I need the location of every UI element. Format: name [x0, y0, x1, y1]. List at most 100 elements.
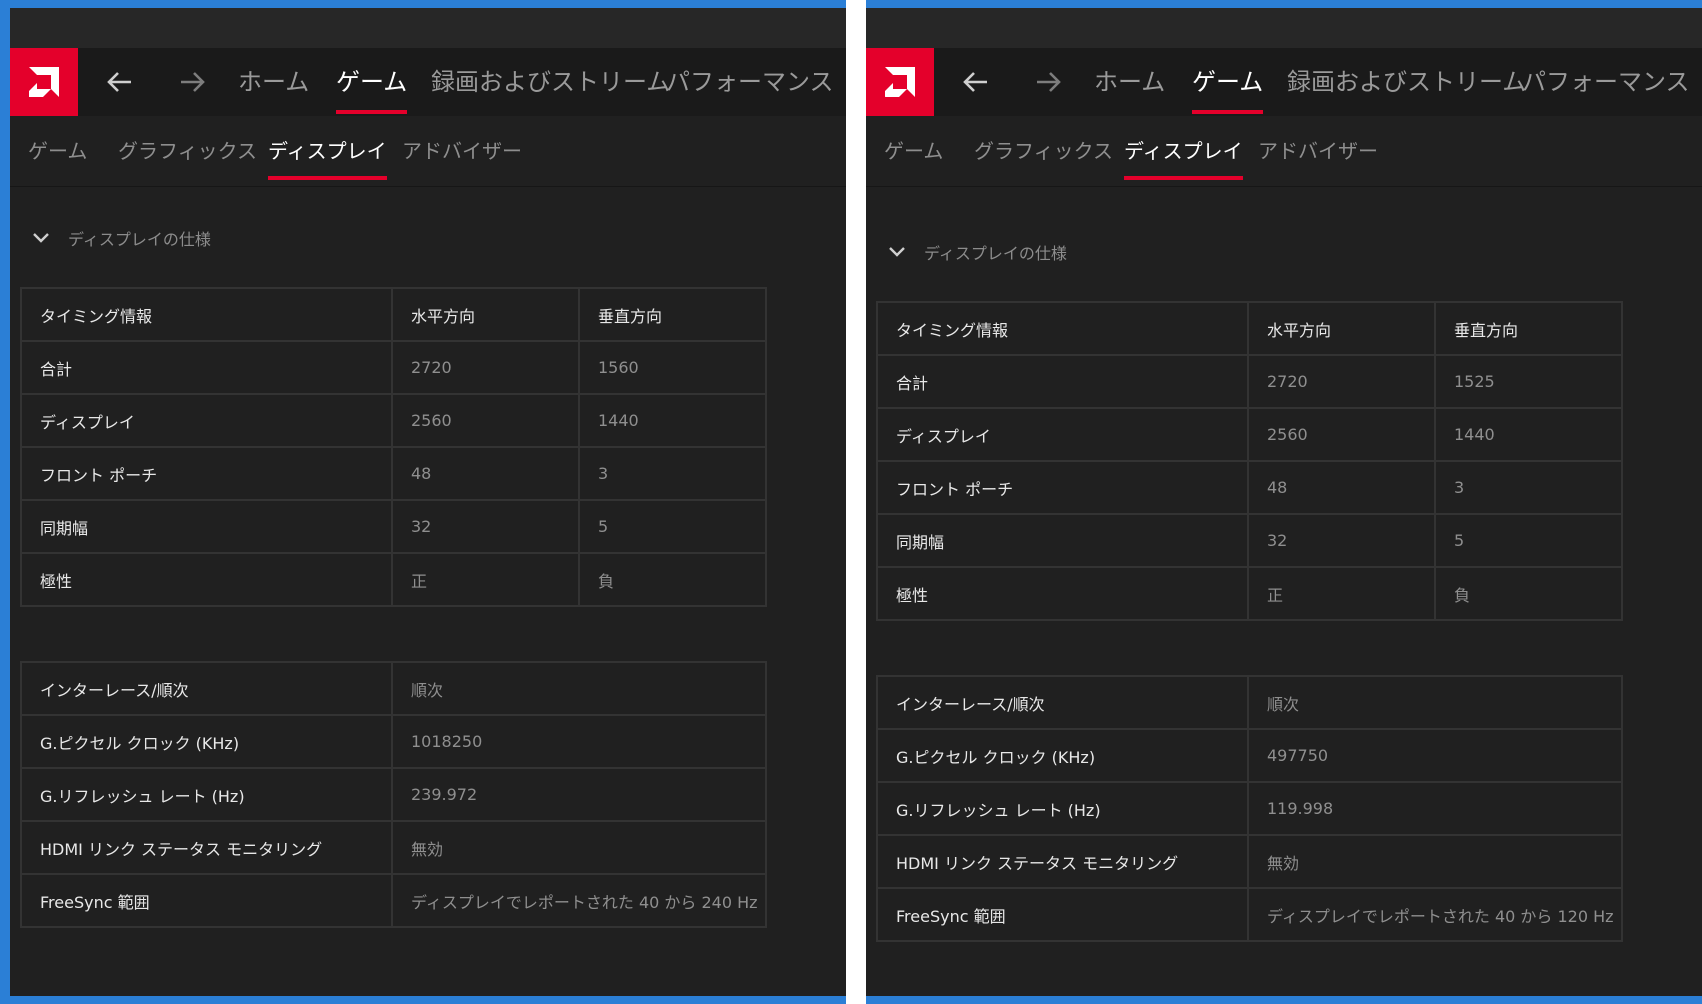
- column-header-timing: タイミング情報: [876, 301, 1249, 356]
- forward-arrow-icon: [181, 72, 205, 92]
- amd-logo-icon[interactable]: [866, 48, 934, 116]
- sync-width-vertical-value: 5: [578, 499, 767, 554]
- row-label-sync-width: 同期幅: [20, 499, 393, 554]
- table-row: FreeSync 範囲 ディスプレイでレポートされた 40 から 240 Hz: [20, 873, 767, 928]
- row-label-hdmi-monitoring: HDMI リンク ステータス モニタリング: [876, 834, 1249, 889]
- row-label-freesync: FreeSync 範囲: [876, 887, 1249, 942]
- polarity-vertical-value: 負: [578, 552, 767, 607]
- column-header-vertical: 垂直方向: [1434, 301, 1623, 356]
- nav-tab-home[interactable]: ホーム: [238, 48, 309, 116]
- table-row: フロント ポーチ 48 3: [876, 460, 1623, 515]
- row-label-pixel-clock: G.ピクセル クロック (KHz): [20, 714, 393, 769]
- front-porch-horizontal-value: 48: [391, 446, 580, 501]
- sync-width-horizontal-value: 32: [1247, 513, 1436, 568]
- table-row: 合計 2720 1560: [20, 340, 767, 395]
- table-row: 合計 2720 1525: [876, 354, 1623, 409]
- signal-info-table: インターレース/順次 順次 G.ピクセル クロック (KHz) 1018250 …: [20, 661, 767, 928]
- table-row: HDMI リンク ステータス モニタリング 無効: [20, 820, 767, 875]
- total-vertical-value: 1560: [578, 340, 767, 395]
- refresh-rate-value: 119.998: [1247, 781, 1623, 836]
- subtab-display[interactable]: ディスプレイ: [1124, 116, 1243, 186]
- nav-tab-performance[interactable]: パフォーマンス: [666, 48, 834, 116]
- chevron-down-icon: [889, 247, 905, 257]
- display-vertical-value: 1440: [1434, 407, 1623, 462]
- table-row: G.リフレッシュ レート (Hz) 119.998: [876, 781, 1623, 836]
- table-row: ディスプレイ 2560 1440: [20, 393, 767, 448]
- display-horizontal-value: 2560: [391, 393, 580, 448]
- table-row: 極性 正 負: [876, 566, 1623, 621]
- row-label-total: 合計: [20, 340, 393, 395]
- interlace-value: 順次: [391, 661, 767, 716]
- subtab-game[interactable]: ゲーム: [884, 116, 943, 186]
- subtab-display[interactable]: ディスプレイ: [268, 116, 387, 186]
- timing-table: タイミング情報 水平方向 垂直方向 合計 2720 1560 ディスプレイ 25…: [20, 287, 767, 607]
- table-row: 極性 正 負: [20, 552, 767, 607]
- back-button[interactable]: [948, 48, 1004, 116]
- subtab-graphics[interactable]: グラフィックス: [118, 116, 257, 186]
- section-title: ディスプレイの仕様: [924, 244, 1067, 263]
- interlace-value: 順次: [1247, 675, 1623, 730]
- row-label-sync-width: 同期幅: [876, 513, 1249, 568]
- chevron-down-icon: [33, 233, 49, 243]
- column-header-horizontal: 水平方向: [1247, 301, 1436, 356]
- polarity-horizontal-value: 正: [1247, 566, 1436, 621]
- nav-tab-game[interactable]: ゲーム: [1192, 48, 1264, 116]
- row-label-refresh-rate: G.リフレッシュ レート (Hz): [876, 781, 1249, 836]
- forward-button[interactable]: [164, 48, 220, 116]
- signal-info-table: インターレース/順次 順次 G.ピクセル クロック (KHz) 497750 G…: [876, 675, 1623, 942]
- row-label-refresh-rate: G.リフレッシュ レート (Hz): [20, 767, 393, 822]
- table-row: フロント ポーチ 48 3: [20, 446, 767, 501]
- nav-tab-record-stream[interactable]: 録画およびストリーム: [431, 48, 670, 116]
- amd-software-window-left: ホーム ゲーム 録画およびストリーム パフォーマンス ゲーム グラフィックス デ…: [10, 8, 846, 996]
- table-row: G.ピクセル クロック (KHz) 497750: [876, 728, 1623, 783]
- hdmi-monitoring-value: 無効: [1247, 834, 1623, 889]
- title-bar: [10, 8, 846, 48]
- display-horizontal-value: 2560: [1247, 407, 1436, 462]
- sync-width-horizontal-value: 32: [391, 499, 580, 554]
- freesync-range-value: ディスプレイでレポートされた 40 から 240 Hz: [391, 873, 767, 928]
- table-row: FreeSync 範囲 ディスプレイでレポートされた 40 から 120 Hz: [876, 887, 1623, 942]
- row-label-front-porch: フロント ポーチ: [20, 446, 393, 501]
- subtab-graphics[interactable]: グラフィックス: [974, 116, 1113, 186]
- front-porch-horizontal-value: 48: [1247, 460, 1436, 515]
- forward-button[interactable]: [1020, 48, 1076, 116]
- column-header-vertical: 垂直方向: [578, 287, 767, 342]
- nav-tab-performance[interactable]: パフォーマンス: [1522, 48, 1690, 116]
- display-vertical-value: 1440: [578, 393, 767, 448]
- title-bar: [866, 8, 1702, 48]
- top-navigation: ホーム ゲーム 録画およびストリーム パフォーマンス: [866, 48, 1702, 117]
- table-header-row: タイミング情報 水平方向 垂直方向: [20, 287, 767, 342]
- nav-tab-record-stream[interactable]: 録画およびストリーム: [1287, 48, 1526, 116]
- display-spec-section-header[interactable]: ディスプレイの仕様: [888, 237, 1067, 267]
- nav-tab-game[interactable]: ゲーム: [336, 48, 408, 116]
- row-label-freesync: FreeSync 範囲: [20, 873, 393, 928]
- polarity-vertical-value: 負: [1434, 566, 1623, 621]
- subtab-advisor[interactable]: アドバイザー: [1258, 116, 1378, 186]
- total-vertical-value: 1525: [1434, 354, 1623, 409]
- row-label-interlace: インターレース/順次: [876, 675, 1249, 730]
- row-label-pixel-clock: G.ピクセル クロック (KHz): [876, 728, 1249, 783]
- amd-software-window-right: ホーム ゲーム 録画およびストリーム パフォーマンス ゲーム グラフィックス デ…: [866, 8, 1702, 996]
- sub-navigation: ゲーム グラフィックス ディスプレイ アドバイザー: [10, 116, 846, 187]
- row-label-interlace: インターレース/順次: [20, 661, 393, 716]
- table-row: 同期幅 32 5: [20, 499, 767, 554]
- top-navigation: ホーム ゲーム 録画およびストリーム パフォーマンス: [10, 48, 846, 117]
- column-header-horizontal: 水平方向: [391, 287, 580, 342]
- display-spec-section-header[interactable]: ディスプレイの仕様: [32, 223, 211, 253]
- total-horizontal-value: 2720: [1247, 354, 1436, 409]
- table-row: 同期幅 32 5: [876, 513, 1623, 568]
- back-button[interactable]: [92, 48, 148, 116]
- subtab-advisor[interactable]: アドバイザー: [402, 116, 522, 186]
- amd-logo-icon[interactable]: [10, 48, 78, 116]
- row-label-polarity: 極性: [20, 552, 393, 607]
- timing-table: タイミング情報 水平方向 垂直方向 合計 2720 1525 ディスプレイ 25…: [876, 301, 1623, 621]
- table-row: インターレース/順次 順次: [20, 661, 767, 716]
- forward-arrow-icon: [1037, 72, 1061, 92]
- hdmi-monitoring-value: 無効: [391, 820, 767, 875]
- subtab-game[interactable]: ゲーム: [28, 116, 87, 186]
- row-label-display: ディスプレイ: [876, 407, 1249, 462]
- desktop-gap: [846, 0, 866, 1004]
- table-row: インターレース/順次 順次: [876, 675, 1623, 730]
- front-porch-vertical-value: 3: [1434, 460, 1623, 515]
- nav-tab-home[interactable]: ホーム: [1094, 48, 1165, 116]
